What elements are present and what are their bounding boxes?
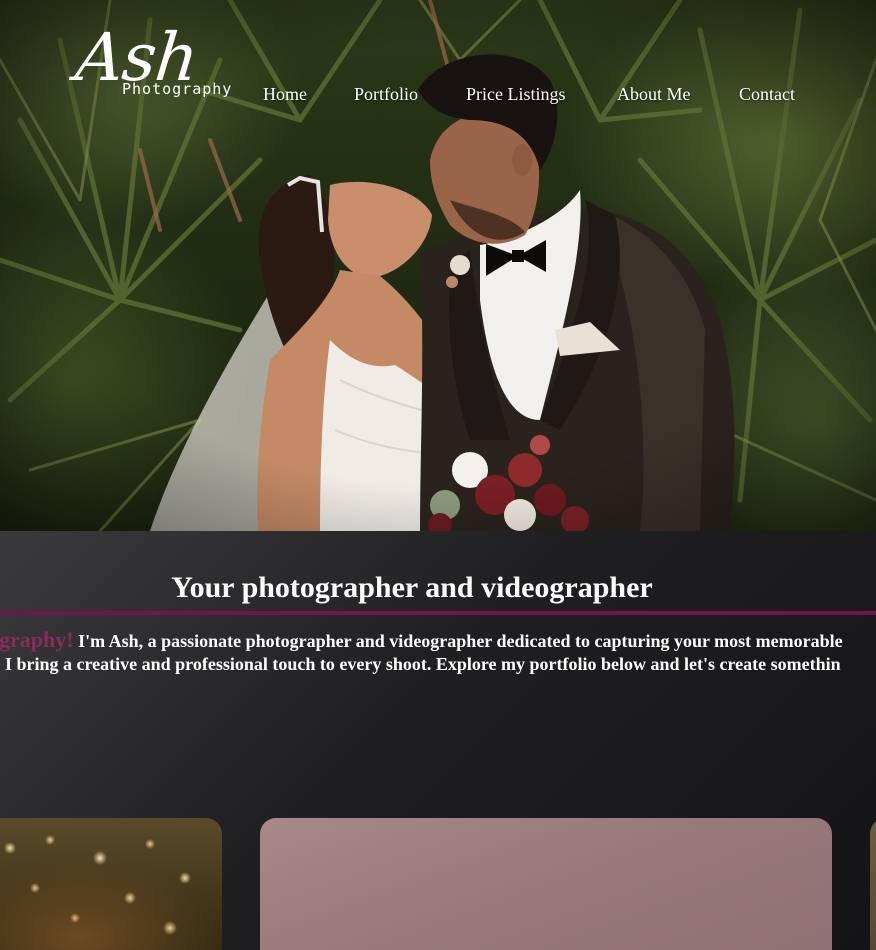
about-line-2: , I bring a creative and professional to…	[0, 654, 841, 674]
main-nav: Home Portfolio Price Listings About Me C…	[0, 84, 876, 108]
about-line-1-text: I'm Ash, a passionate photographer and v…	[73, 631, 843, 651]
section-divider	[0, 611, 876, 615]
section-title: Your photographer and videographer	[171, 571, 653, 604]
nav-price-listings[interactable]: Price Listings	[466, 84, 566, 105]
nav-about-me[interactable]: About Me	[617, 84, 691, 105]
nav-portfolio[interactable]: Portfolio	[354, 84, 418, 105]
nav-home[interactable]: Home	[263, 84, 307, 105]
portfolio-card-2[interactable]	[260, 818, 832, 950]
page: Ash Photography Home Portfolio Price Lis…	[0, 0, 876, 950]
nav-contact[interactable]: Contact	[739, 84, 795, 105]
hero-banner: Ash Photography Home Portfolio Price Lis…	[0, 0, 876, 531]
about-accent-text: ography!	[0, 628, 74, 652]
portfolio-card-1[interactable]	[0, 818, 222, 950]
about-intro-text: ography! I'm Ash, a passionate photograp…	[0, 628, 876, 688]
about-line-1: ography! I'm Ash, a passionate photograp…	[0, 628, 843, 653]
portfolio-card-3[interactable]	[870, 818, 876, 950]
